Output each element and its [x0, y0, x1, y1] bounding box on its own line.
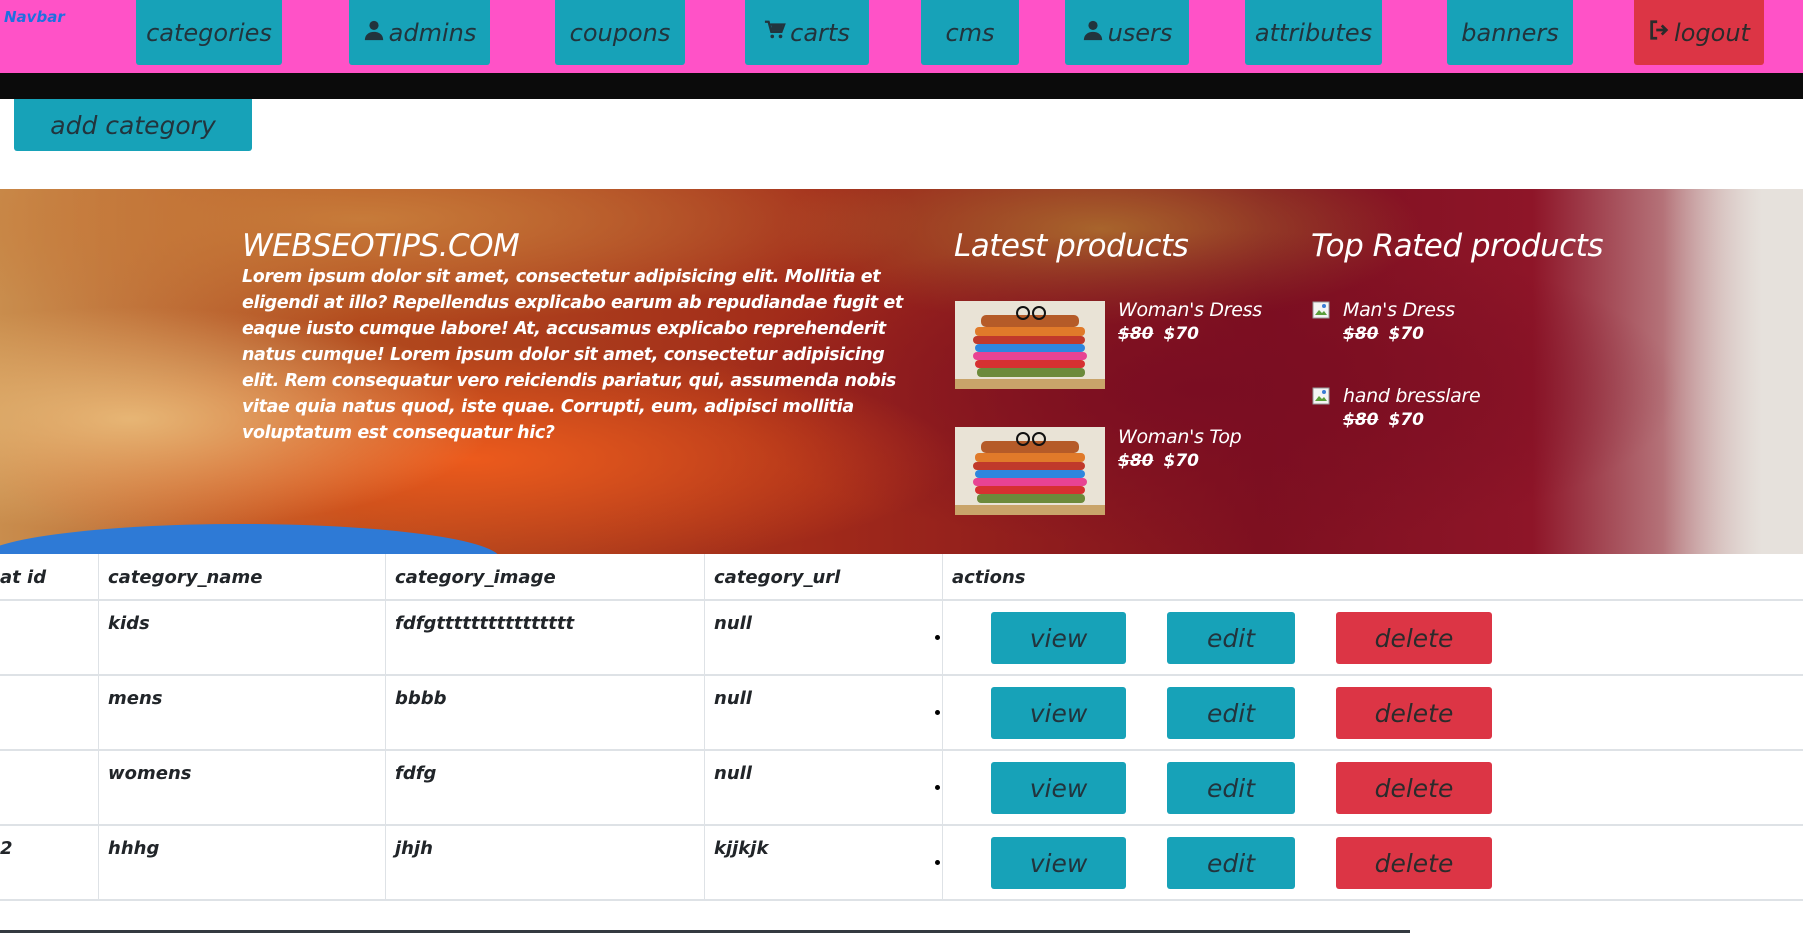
view-button[interactable]: view: [991, 687, 1126, 739]
categories-table: at id category_name category_image categ…: [0, 554, 1803, 901]
nav-label: cms: [945, 18, 995, 47]
nav-cms-button[interactable]: cms: [921, 0, 1019, 65]
nav-attributes-button[interactable]: attributes: [1245, 0, 1382, 65]
row-divider: [0, 749, 1803, 751]
hero-banner: WEBSEOTIPS.COM Lorem ipsum dolor sit ame…: [0, 189, 1803, 554]
nav-users-button[interactable]: users: [1065, 0, 1189, 65]
product-price: $80 $70: [1343, 324, 1424, 344]
logout-icon: [1648, 19, 1670, 47]
cell-category-url: kjjkjk: [714, 838, 769, 859]
product-price: $80 $70: [1343, 410, 1424, 430]
list-bullet: [935, 860, 940, 865]
product-price: $80 $70: [1118, 451, 1199, 471]
footer-divider: [0, 930, 1410, 933]
edit-button[interactable]: edit: [1167, 687, 1295, 739]
cell-category-name: hhhg: [108, 838, 160, 859]
cell-category-name: mens: [108, 688, 163, 709]
old-price: $80: [1118, 451, 1154, 471]
nav-label: carts: [790, 18, 850, 47]
view-button[interactable]: view: [991, 762, 1126, 814]
product-name[interactable]: Woman's Top: [1118, 426, 1242, 448]
nav-label: admins: [388, 18, 477, 47]
product-thumbnail[interactable]: [955, 301, 1105, 389]
nav-logout-button[interactable]: logout: [1634, 0, 1764, 65]
top-rated-title: Top Rated products: [1311, 228, 1603, 264]
nav-banners-button[interactable]: banners: [1447, 0, 1573, 65]
edit-button[interactable]: edit: [1167, 612, 1295, 664]
cell-category-url: null: [714, 613, 752, 634]
navbar: Navbar categories admins coupons carts c…: [0, 0, 1803, 73]
cell-category-image: jhjh: [395, 838, 433, 859]
edit-button[interactable]: edit: [1167, 762, 1295, 814]
view-button[interactable]: view: [991, 612, 1126, 664]
latest-products-title: Latest products: [954, 228, 1189, 264]
product-name[interactable]: Woman's Dress: [1118, 299, 1262, 321]
column-header-id: at id: [0, 566, 47, 588]
column-divider: [942, 554, 943, 900]
delete-button[interactable]: delete: [1336, 612, 1492, 664]
nav-coupons-button[interactable]: coupons: [555, 0, 685, 65]
column-header-actions: actions: [952, 566, 1026, 588]
row-divider: [0, 674, 1803, 676]
hero-bg-shape: [1663, 189, 1803, 554]
nav-label: categories: [146, 18, 272, 47]
user-icon: [363, 19, 385, 47]
header-divider-bar: [0, 73, 1803, 99]
nav-label: attributes: [1254, 18, 1373, 47]
old-price: $80: [1343, 410, 1379, 430]
list-bullet: [935, 785, 940, 790]
new-price: $70: [1388, 324, 1425, 344]
product-name[interactable]: Man's Dress: [1343, 299, 1455, 321]
list-bullet: [935, 635, 940, 640]
hero-bg-shape: [0, 524, 500, 554]
edit-button[interactable]: edit: [1167, 837, 1295, 889]
cell-category-name: kids: [108, 613, 150, 634]
cell-category-image: fdfgtttttttttttttttt: [395, 613, 575, 634]
old-price: $80: [1343, 324, 1379, 344]
column-header-url: category_url: [714, 566, 841, 588]
list-bullet: [935, 710, 940, 715]
nav-label: users: [1107, 18, 1173, 47]
delete-button[interactable]: delete: [1336, 762, 1492, 814]
old-price: $80: [1118, 324, 1154, 344]
nav-carts-button[interactable]: carts: [745, 0, 869, 65]
hero-text: Lorem ipsum dolor sit amet, consectetur …: [242, 267, 903, 443]
nav-label: coupons: [569, 18, 671, 47]
product-price: $80 $70: [1118, 324, 1199, 344]
nav-label: logout: [1674, 18, 1750, 47]
navbar-brand[interactable]: Navbar: [4, 8, 65, 26]
delete-button[interactable]: delete: [1336, 837, 1492, 889]
broken-image-icon[interactable]: [1312, 387, 1330, 405]
cell-category-url: null: [714, 688, 752, 709]
view-button[interactable]: view: [991, 837, 1126, 889]
cart-icon: [764, 19, 786, 47]
user-icon: [1082, 19, 1104, 47]
cell-category-image: fdfg: [395, 763, 437, 784]
cell-category-url: null: [714, 763, 752, 784]
new-price: $70: [1163, 324, 1200, 344]
new-price: $70: [1388, 410, 1425, 430]
cell-id: 2: [0, 838, 13, 859]
cell-category-image: bbbb: [395, 688, 447, 709]
column-header-image: category_image: [395, 566, 556, 588]
cell-category-name: womens: [108, 763, 192, 784]
nav-label: banners: [1461, 18, 1559, 47]
add-category-button[interactable]: add category: [14, 99, 252, 151]
nav-categories-button[interactable]: categories: [136, 0, 282, 65]
product-name[interactable]: hand bresslare: [1343, 385, 1481, 407]
product-thumbnail[interactable]: [955, 427, 1105, 515]
nav-admins-button[interactable]: admins: [349, 0, 490, 65]
row-divider: [0, 899, 1803, 901]
delete-button[interactable]: delete: [1336, 687, 1492, 739]
broken-image-icon[interactable]: [1312, 301, 1330, 319]
hero-title: WEBSEOTIPS.COM: [242, 228, 520, 264]
row-divider: [0, 824, 1803, 826]
new-price: $70: [1163, 451, 1200, 471]
row-divider: [0, 599, 1803, 601]
column-header-name: category_name: [108, 566, 263, 588]
